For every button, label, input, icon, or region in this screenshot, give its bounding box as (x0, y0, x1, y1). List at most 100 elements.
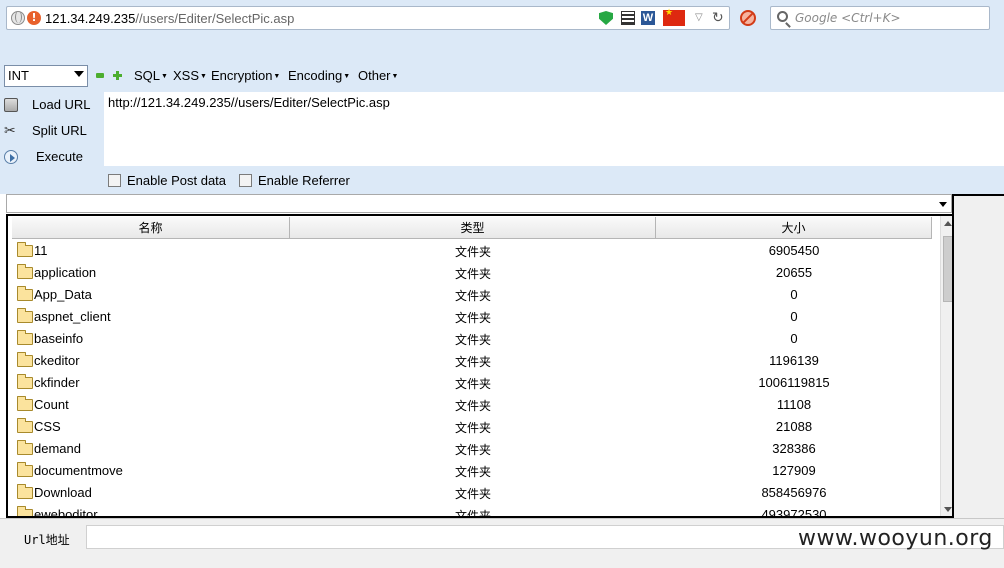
column-size[interactable]: 大小 (656, 217, 932, 239)
url-label: Url地址 (24, 533, 70, 547)
column-type[interactable]: 类型 (290, 217, 656, 239)
table-row[interactable]: Count 文件夹 11108 (12, 394, 932, 416)
search-icon (777, 11, 788, 22)
file-type: 文件夹 (454, 245, 491, 259)
file-type: 文件夹 (454, 311, 491, 325)
file-type: 文件夹 (454, 377, 491, 391)
qr-code-icon[interactable] (621, 11, 635, 25)
split-url-button[interactable]: ✂ Split URL (4, 120, 102, 142)
file-name: eweboditor (34, 507, 98, 518)
hackbar-toolbar: INT SQL▼ XSS▼ Encryption▼ Encoding▼ Othe… (0, 64, 1004, 90)
table-row[interactable]: baseinfo 文件夹 0 (12, 328, 932, 350)
file-size: 328386 (772, 441, 816, 456)
file-name: Count (34, 397, 69, 412)
file-name: ckfinder (34, 375, 80, 390)
file-name: ckeditor (34, 353, 80, 368)
referrer-label: Enable Referrer (258, 173, 350, 188)
folder-icon (17, 374, 33, 389)
address-bar[interactable]: ! 121.34.249.235//users/Editer/SelectPic… (6, 6, 730, 30)
post-data-checkbox[interactable] (108, 174, 121, 187)
table-row[interactable]: aspnet_client 文件夹 0 (12, 306, 932, 328)
folder-icon (17, 242, 33, 257)
table-row[interactable]: CSS 文件夹 21088 (12, 416, 932, 438)
file-name: Download (34, 485, 92, 500)
file-size: 21088 (775, 419, 813, 434)
menu-xss[interactable]: XSS▼ (173, 68, 207, 83)
dropdown-arrow-icon[interactable]: ▽ (695, 11, 709, 25)
word-icon[interactable]: W (641, 11, 655, 25)
folder-icon (17, 396, 33, 411)
search-input[interactable] (795, 9, 985, 27)
table-row[interactable]: Download 文件夹 858456976 (12, 482, 932, 504)
play-icon (4, 150, 18, 164)
folder-icon (17, 330, 33, 345)
decrease-icon[interactable] (96, 73, 104, 78)
file-size: 1196139 (769, 353, 819, 368)
load-url-button[interactable]: Load URL (4, 94, 102, 116)
chevron-down-icon[interactable] (939, 202, 947, 207)
table-row[interactable]: ckeditor 文件夹 1196139 (12, 350, 932, 372)
file-type: 文件夹 (454, 487, 491, 501)
execute-button[interactable]: Execute (4, 146, 102, 168)
file-name: baseinfo (34, 331, 84, 346)
file-type: 文件夹 (454, 355, 491, 369)
file-list: 名称 类型 大小 11 文件夹 6905450 application 文件夹 20655… (6, 214, 954, 518)
hackbar-actions: Load URL ✂ Split URL Execute (0, 92, 104, 168)
file-size: 11108 (776, 397, 812, 412)
folder-icon (17, 264, 33, 279)
file-name: App_Data (34, 287, 92, 302)
file-name: 11 (34, 243, 48, 258)
folder-icon (17, 484, 33, 499)
table-row[interactable]: App_Data 文件夹 0 (12, 284, 932, 306)
navigation-bar: ! 121.34.249.235//users/Editer/SelectPic… (0, 0, 1004, 36)
menu-encryption[interactable]: Encryption▼ (211, 68, 280, 83)
table-row[interactable]: ckfinder 文件夹 1006119815 (12, 372, 932, 394)
url-host: 121.34.249.235 (45, 11, 136, 26)
type-select[interactable]: INT (4, 65, 88, 87)
table-row[interactable]: 11 文件夹 6905450 (12, 240, 932, 262)
scroll-down-icon[interactable] (944, 507, 952, 512)
search-bar[interactable] (770, 6, 990, 30)
menu-encoding[interactable]: Encoding▼ (288, 68, 350, 83)
increase-icon[interactable] (113, 71, 122, 80)
menu-other[interactable]: Other▼ (358, 68, 398, 83)
table-row[interactable]: eweboditor 文件夹 493972530 (12, 504, 932, 518)
file-type: 文件夹 (454, 399, 491, 413)
referrer-checkbox[interactable] (239, 174, 252, 187)
post-data-label: Enable Post data (127, 173, 227, 188)
file-size: 0 (790, 331, 798, 346)
table-row[interactable]: application 文件夹 20655 (12, 262, 932, 284)
china-flag-icon[interactable] (663, 8, 685, 26)
globe-icon (11, 11, 25, 25)
scissors-icon: ✂ (4, 123, 16, 139)
file-type: 文件夹 (454, 443, 491, 457)
folder-icon (17, 462, 33, 477)
side-panel (952, 194, 1004, 518)
file-size: 858456976 (761, 485, 827, 500)
address-text[interactable]: 121.34.249.235//users/Editer/SelectPic.a… (45, 11, 294, 26)
file-type: 文件夹 (454, 509, 491, 518)
file-type: 文件夹 (454, 421, 491, 435)
column-name[interactable]: 名称 (12, 217, 290, 239)
file-size: 0 (790, 309, 798, 324)
shield-icon[interactable] (599, 11, 613, 25)
file-type: 文件夹 (454, 465, 491, 479)
noscript-icon[interactable] (740, 10, 756, 26)
folder-icon (17, 286, 33, 301)
hackbar-url-input[interactable]: http://121.34.249.235//users/Editer/Sele… (104, 92, 1004, 166)
file-size: 1006119815 (758, 375, 830, 390)
path-combobox[interactable] (6, 194, 952, 213)
file-name: documentmove (34, 463, 123, 478)
folder-icon (17, 418, 33, 433)
warning-icon[interactable]: ! (27, 11, 41, 25)
folder-icon (17, 440, 33, 455)
chevron-down-icon (74, 71, 84, 77)
table-row[interactable]: documentmove 文件夹 127909 (12, 460, 932, 482)
file-size: 20655 (775, 265, 813, 280)
page-content: 名称 类型 大小 11 文件夹 6905450 application 文件夹 20655… (0, 194, 1004, 568)
menu-sql[interactable]: SQL▼ (134, 68, 168, 83)
file-type: 文件夹 (454, 267, 491, 281)
scroll-up-icon[interactable] (944, 221, 952, 226)
reload-icon[interactable]: ↻ (712, 11, 726, 25)
table-row[interactable]: demand 文件夹 328386 (12, 438, 932, 460)
